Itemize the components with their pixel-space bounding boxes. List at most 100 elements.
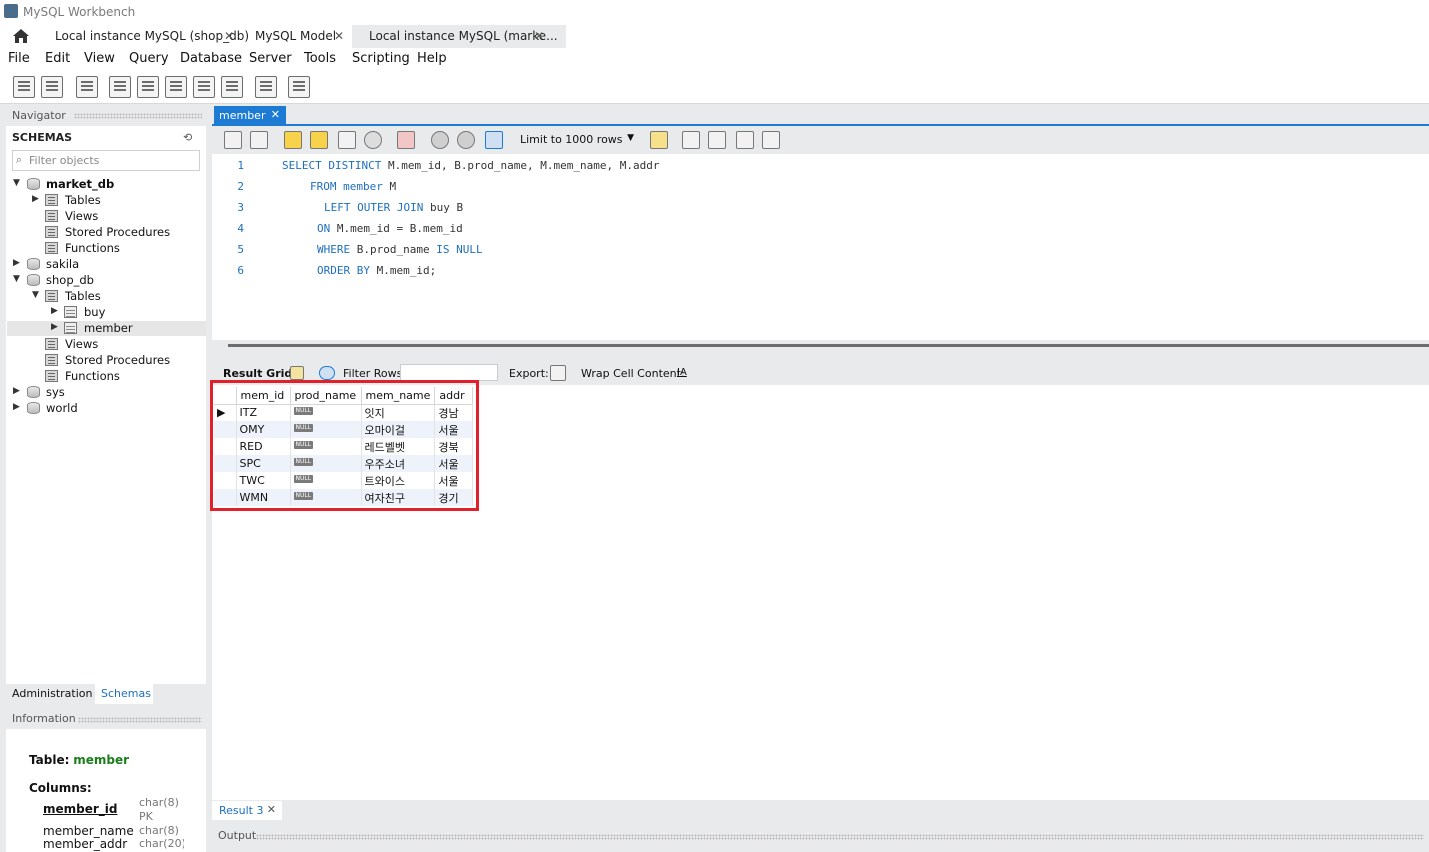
tab-schemas[interactable]: Schemas bbox=[95, 684, 153, 704]
execute-current-icon[interactable] bbox=[310, 131, 328, 149]
beautify-icon[interactable] bbox=[682, 131, 700, 149]
schemas-title: SCHEMAS bbox=[12, 131, 73, 144]
tree-label: Views bbox=[65, 337, 99, 351]
grid-view-icon[interactable] bbox=[290, 366, 304, 380]
menu-query[interactable]: Query bbox=[129, 51, 169, 66]
menu-help[interactable]: Help bbox=[417, 51, 447, 66]
folder-icon bbox=[45, 210, 58, 222]
collapsed-arrow-icon[interactable]: ▶ bbox=[51, 306, 58, 316]
commit-icon[interactable] bbox=[431, 131, 449, 149]
explain-magnifier-icon[interactable] bbox=[338, 131, 356, 149]
close-icon[interactable]: ✕ bbox=[267, 803, 276, 816]
invisible-chars-icon[interactable] bbox=[736, 131, 754, 149]
result-grid-label[interactable]: Result Grid bbox=[223, 367, 292, 380]
export-icon[interactable] bbox=[550, 365, 566, 381]
result-tabs-bar bbox=[212, 800, 1429, 820]
menu-database[interactable]: Database bbox=[180, 51, 242, 66]
tab-result-3[interactable]: Result 3 ✕ bbox=[212, 801, 282, 820]
info-column-name: member_addr bbox=[43, 837, 128, 851]
menu-file[interactable]: File bbox=[8, 51, 30, 66]
tab-administration[interactable]: Administration bbox=[6, 684, 94, 704]
collapsed-arrow-icon[interactable]: ▶ bbox=[13, 258, 20, 268]
tree-table-member[interactable]: ▶ member bbox=[0, 320, 206, 336]
tree-market-tables[interactable]: ▶ Tables bbox=[0, 192, 206, 208]
export-label: Export: bbox=[509, 367, 549, 380]
tree-schema-world[interactable]: ▶ world bbox=[0, 400, 206, 416]
create-table-icon[interactable] bbox=[137, 76, 159, 98]
tab-market-db-connection[interactable]: Local instance MySQL (marke... ✕ bbox=[352, 25, 566, 48]
tree-shop-tables[interactable]: ▼ Tables bbox=[0, 288, 206, 304]
expanded-arrow-icon[interactable]: ▼ bbox=[13, 274, 20, 284]
tree-shop-functions[interactable]: Functions bbox=[0, 368, 206, 384]
folder-icon bbox=[45, 226, 58, 238]
expanded-arrow-icon[interactable]: ▼ bbox=[32, 290, 39, 300]
filter-objects-input[interactable]: ⌕ Filter objects bbox=[12, 150, 200, 171]
collapsed-arrow-icon[interactable]: ▶ bbox=[51, 322, 58, 332]
tree-schema-market-db[interactable]: ▼ market_db bbox=[0, 176, 206, 192]
create-procedure-icon[interactable] bbox=[193, 76, 215, 98]
wrap-lines-icon[interactable] bbox=[762, 131, 780, 149]
search-table-data-icon[interactable] bbox=[255, 76, 277, 98]
bookmark-star-icon[interactable] bbox=[650, 131, 668, 149]
new-sql-tab-icon[interactable] bbox=[13, 76, 35, 98]
tree-market-functions[interactable]: Functions bbox=[0, 240, 206, 256]
inspector-icon[interactable] bbox=[76, 76, 98, 98]
tree-shop-procedures[interactable]: Stored Procedures bbox=[0, 352, 206, 368]
find-icon[interactable] bbox=[708, 131, 726, 149]
tree-shop-views[interactable]: Views bbox=[0, 336, 206, 352]
menu-server[interactable]: Server bbox=[249, 51, 292, 66]
tree-schema-shop-db[interactable]: ▼ shop_db bbox=[0, 272, 206, 288]
menu-edit[interactable]: Edit bbox=[45, 51, 70, 66]
collapsed-arrow-icon[interactable]: ▶ bbox=[13, 402, 20, 412]
collapsed-arrow-icon[interactable]: ▶ bbox=[13, 386, 20, 396]
stop-icon[interactable] bbox=[364, 131, 382, 149]
folder-icon bbox=[45, 242, 58, 254]
line-number: 4 bbox=[237, 222, 244, 235]
home-tab[interactable] bbox=[8, 26, 34, 46]
tab-mysql-model[interactable]: MySQL Model ✕ bbox=[242, 25, 350, 48]
folder-icon bbox=[45, 290, 58, 302]
panel-splitter[interactable] bbox=[228, 344, 1429, 347]
close-icon[interactable]: ✕ bbox=[334, 29, 344, 43]
menu-tools[interactable]: Tools bbox=[304, 51, 336, 66]
filter-rows-input[interactable] bbox=[400, 364, 498, 381]
refresh-icon[interactable]: ⟲ bbox=[183, 131, 192, 144]
info-column-type: char(8) bbox=[139, 796, 179, 809]
tab-label: Local instance MySQL (marke... bbox=[369, 29, 558, 43]
information-title: Information bbox=[12, 712, 76, 725]
collapsed-arrow-icon[interactable]: ▶ bbox=[32, 194, 39, 204]
info-column-name: member_name bbox=[43, 824, 134, 838]
tree-label: member bbox=[84, 321, 133, 335]
tree-schema-sakila[interactable]: ▶ sakila bbox=[0, 256, 206, 272]
open-sql-script-icon[interactable] bbox=[41, 76, 63, 98]
menu-scripting[interactable]: Scripting bbox=[352, 51, 410, 66]
refresh-icon[interactable] bbox=[319, 366, 335, 380]
menu-bar: File Edit View Query Database Server Too… bbox=[0, 48, 1429, 70]
tab-member-query[interactable]: member ✕ bbox=[214, 106, 286, 126]
tree-market-procedures[interactable]: Stored Procedures bbox=[0, 224, 206, 240]
tree-table-buy[interactable]: ▶ buy bbox=[0, 304, 206, 320]
save-icon[interactable] bbox=[250, 131, 268, 149]
tree-market-views[interactable]: Views bbox=[0, 208, 206, 224]
wrap-cell-toggle-icon[interactable]: IA bbox=[677, 367, 687, 378]
open-folder-icon[interactable] bbox=[224, 131, 242, 149]
limit-rows-select[interactable]: Limit to 1000 rows ▼ bbox=[516, 131, 636, 149]
close-icon[interactable]: ✕ bbox=[224, 29, 234, 43]
tree-schema-sys[interactable]: ▶ sys bbox=[0, 384, 206, 400]
close-icon[interactable]: ✕ bbox=[271, 108, 280, 121]
create-schema-icon[interactable] bbox=[109, 76, 131, 98]
tree-label: sys bbox=[46, 385, 65, 399]
toggle-error-stop-icon[interactable] bbox=[397, 131, 415, 149]
information-header: Information bbox=[6, 710, 206, 728]
expanded-arrow-icon[interactable]: ▼ bbox=[13, 178, 20, 188]
sql-keyword: WHERE bbox=[317, 243, 351, 256]
create-function-icon[interactable] bbox=[221, 76, 243, 98]
menu-view[interactable]: View bbox=[84, 51, 115, 66]
tab-shop-db-connection[interactable]: Local instance MySQL (shop_db) ✕ bbox=[44, 25, 249, 48]
close-icon[interactable]: ✕ bbox=[534, 29, 544, 43]
reconnect-icon[interactable] bbox=[288, 76, 310, 98]
auto-commit-icon[interactable] bbox=[485, 131, 503, 149]
rollback-icon[interactable] bbox=[457, 131, 475, 149]
create-view-icon[interactable] bbox=[165, 76, 187, 98]
execute-lightning-icon[interactable] bbox=[284, 131, 302, 149]
